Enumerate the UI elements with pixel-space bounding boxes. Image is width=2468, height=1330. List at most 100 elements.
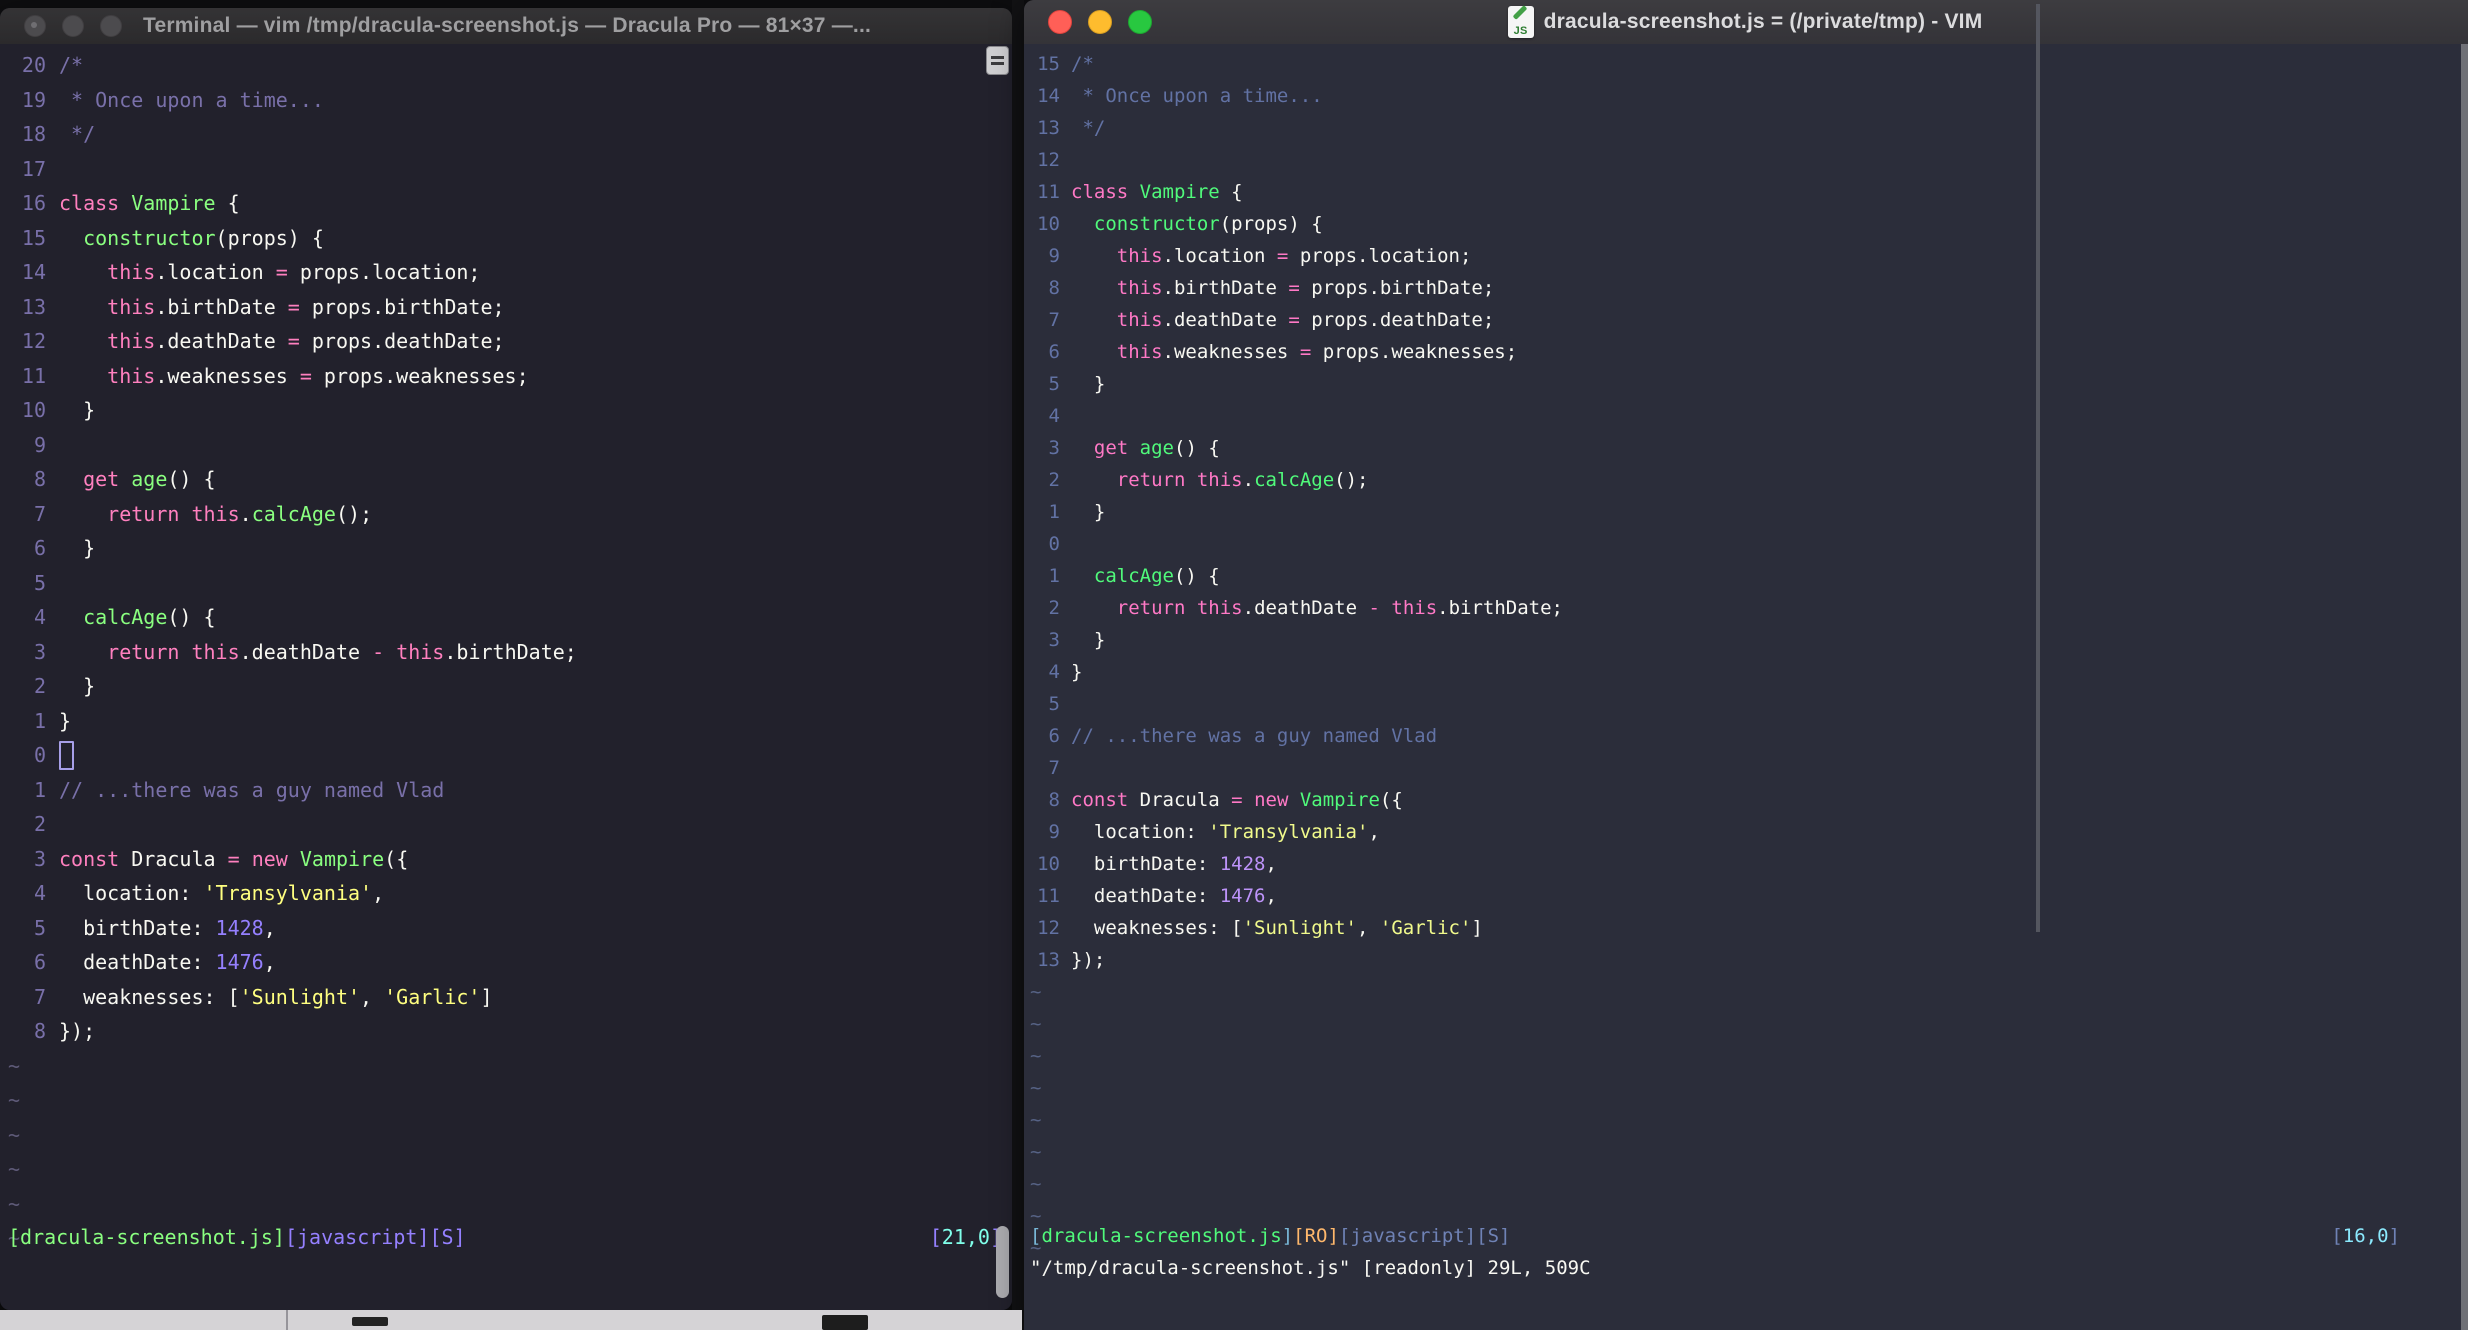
code-line[interactable]: 11 deathDate: 1476, — [1024, 880, 2468, 912]
code-line[interactable]: 18 */ — [0, 117, 1012, 152]
code-line[interactable]: 13}); — [1024, 944, 2468, 976]
line-number: 3 — [33, 639, 46, 664]
line-number: 7 — [1048, 309, 1060, 331]
code-line[interactable]: 7 this.deathDate = props.deathDate; — [1024, 304, 2468, 336]
tilde-row: ~ — [8, 1191, 21, 1216]
token: 'Transylvania' — [1208, 821, 1369, 843]
minimize-button[interactable] — [1088, 10, 1112, 34]
code-line[interactable]: 12 — [1024, 144, 2468, 176]
line-number: 5 — [1048, 373, 1060, 395]
zoom-button[interactable] — [100, 15, 122, 37]
code-line[interactable]: 6 this.weaknesses = props.weaknesses; — [1024, 336, 2468, 368]
code-line[interactable]: 9 this.location = props.location; — [1024, 240, 2468, 272]
code-line[interactable]: 3 get age() { — [1024, 432, 2468, 464]
line-number: 12 — [1037, 149, 1060, 171]
token: get — [1093, 437, 1129, 459]
code-line[interactable]: 0 — [0, 738, 1012, 773]
code-line[interactable]: 9 — [0, 428, 1012, 463]
code-line[interactable]: 4 — [1024, 400, 2468, 432]
line-number: 14 — [1037, 85, 1060, 107]
code-line[interactable]: 16 class Vampire { — [0, 186, 1012, 221]
code-line[interactable]: 10 } — [0, 393, 1012, 428]
code-line[interactable]: 3 return this.deathDate - this.birthDate… — [0, 635, 1012, 670]
token: 1476 — [215, 950, 264, 975]
code-line[interactable]: 12 weaknesses: ['Sunlight', 'Garlic'] — [1024, 912, 2468, 944]
line-number: 10 — [1037, 213, 1060, 235]
code-line[interactable]: 5 birthDate: 1428, — [0, 911, 1012, 946]
macvim-titlebar[interactable]: JS dracula-screenshot.js = (/private/tmp… — [1024, 0, 2468, 45]
vim-message-line: "/tmp/dracula-screenshot.js" [readonly] … — [1024, 1252, 2468, 1284]
close-button[interactable] — [24, 15, 46, 37]
minimize-button[interactable] — [62, 15, 84, 37]
code-line[interactable]: 9 location: 'Transylvania', — [1024, 816, 2468, 848]
code-line[interactable]: 19 * Once upon a time... — [0, 83, 1012, 118]
code-line[interactable]: 8}); — [0, 1014, 1012, 1049]
code-line[interactable]: 3 const Dracula = new Vampire({ — [0, 842, 1012, 877]
traffic-lights — [1048, 10, 1152, 34]
code-line[interactable]: 0 — [1024, 528, 2468, 560]
code-line[interactable]: 11 class Vampire { — [1024, 176, 2468, 208]
token: , — [1265, 885, 1277, 907]
code-line[interactable]: 20 /* — [0, 48, 1012, 83]
code-line[interactable]: 5 } — [1024, 368, 2468, 400]
code-line[interactable]: 6 // ...there was a guy named Vlad — [1024, 720, 2468, 752]
code-line[interactable]: 2 — [0, 807, 1012, 842]
code-line[interactable]: 2 } — [0, 669, 1012, 704]
code-line[interactable]: 2 return this.calcAge(); — [1024, 464, 2468, 496]
code-line[interactable]: 7 weaknesses: ['Sunlight', 'Garlic'] — [0, 980, 1012, 1015]
code-line[interactable]: 1 // ...there was a guy named Vlad — [0, 773, 1012, 808]
code-line[interactable]: 7 return this.calcAge(); — [0, 497, 1012, 532]
code-line[interactable]: 5 — [0, 566, 1012, 601]
code-line[interactable]: 6 deathDate: 1476, — [0, 945, 1012, 980]
token: { — [215, 191, 240, 216]
token: Vampire — [299, 846, 385, 871]
macvim-scrollbar[interactable] — [2461, 44, 2468, 1330]
token: () { — [167, 467, 216, 492]
line-number: 6 — [1048, 725, 1060, 747]
code-line[interactable]: 14 this.location = props.location; — [0, 255, 1012, 290]
code-line[interactable]: 12 this.deathDate = props.deathDate; — [0, 324, 1012, 359]
close-button[interactable] — [1048, 10, 1072, 34]
file-readonly-message: "/tmp/dracula-screenshot.js" [readonly] … — [1030, 1257, 1591, 1279]
code-line[interactable]: 1 calcAge() { — [1024, 560, 2468, 592]
code-line[interactable]: 13 this.birthDate = props.birthDate; — [0, 290, 1012, 325]
code-line[interactable]: 10 birthDate: 1428, — [1024, 848, 2468, 880]
code-line[interactable]: 4 location: 'Transylvania', — [0, 876, 1012, 911]
vim-buffer-right[interactable]: 15/* 14 * Once upon a time... 13 */ 12 11 cla… — [1024, 44, 2468, 1330]
code-line[interactable]: 7 — [1024, 752, 2468, 784]
tilde-row: ~ — [8, 1122, 21, 1147]
token: .deathDate — [1162, 309, 1289, 331]
code-line[interactable]: 17 — [0, 152, 1012, 187]
token: props.location; — [1288, 245, 1472, 267]
code-line[interactable]: 8 get age() { — [0, 462, 1012, 497]
code-line[interactable]: 10 constructor(props) { — [1024, 208, 2468, 240]
code-line[interactable]: 8 this.birthDate = props.birthDate; — [1024, 272, 2468, 304]
token: props.birthDate; — [299, 294, 505, 319]
code-line[interactable]: 8 const Dracula = new Vampire({ — [1024, 784, 2468, 816]
line-number: 8 — [33, 1019, 46, 1044]
terminal-scrollbar-thumb[interactable] — [996, 1226, 1009, 1298]
code-line[interactable]: 1} — [0, 704, 1012, 739]
scrollbar-jump-icon[interactable] — [986, 46, 1009, 75]
zoom-button[interactable] — [1128, 10, 1152, 34]
code-line[interactable]: 13 */ — [1024, 112, 2468, 144]
token: = — [1276, 245, 1289, 267]
vim-buffer-left[interactable]: 20/* 19 * Once upon a time... 18 */17 16 cla… — [0, 44, 1012, 1310]
token: () { — [1174, 437, 1220, 459]
code-line[interactable]: 14 * Once upon a time... — [1024, 80, 2468, 112]
code-line[interactable]: 15 constructor(props) { — [0, 221, 1012, 256]
code-line[interactable]: 3 } — [1024, 624, 2468, 656]
code-line[interactable]: 6 } — [0, 531, 1012, 566]
token: 'Transylvania' — [203, 881, 373, 906]
code-line[interactable]: 4} — [1024, 656, 2468, 688]
code-line[interactable]: 15 /* — [1024, 48, 2468, 80]
terminal-titlebar[interactable]: Terminal — vim /tmp/dracula-screenshot.j… — [0, 8, 1012, 45]
code-line[interactable]: 2 return this.deathDate - this.birthDate… — [1024, 592, 2468, 624]
code-line[interactable]: 11 this.weaknesses = props.weaknesses; — [0, 359, 1012, 394]
code-line[interactable]: 5 — [1024, 688, 2468, 720]
code-line[interactable]: 4 calcAge() { — [0, 600, 1012, 635]
code-line[interactable]: 1 } — [1024, 496, 2468, 528]
token: , — [1368, 821, 1380, 843]
token: this — [1116, 277, 1163, 299]
